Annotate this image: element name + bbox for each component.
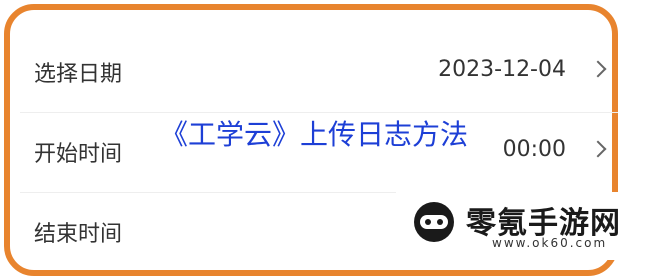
site-watermark: 零氪手游网 www.ok60.com [396, 192, 650, 260]
article-title: 《工学云》上传日志方法 [160, 118, 469, 151]
start-time-label: 开始时间 [34, 142, 123, 167]
date-value: 2023-12-04 [438, 57, 566, 82]
start-time-value: 00:00 [502, 137, 566, 162]
chevron-right-icon [589, 60, 607, 78]
watermark-url: www.ok60.com [492, 236, 608, 250]
chevron-right-icon [589, 140, 607, 158]
end-time-label: 结束时间 [34, 222, 123, 247]
date-label: 选择日期 [34, 62, 123, 87]
date-picker-row[interactable]: 选择日期 2023-12-04 [20, 32, 618, 113]
gamepad-icon [414, 202, 454, 242]
